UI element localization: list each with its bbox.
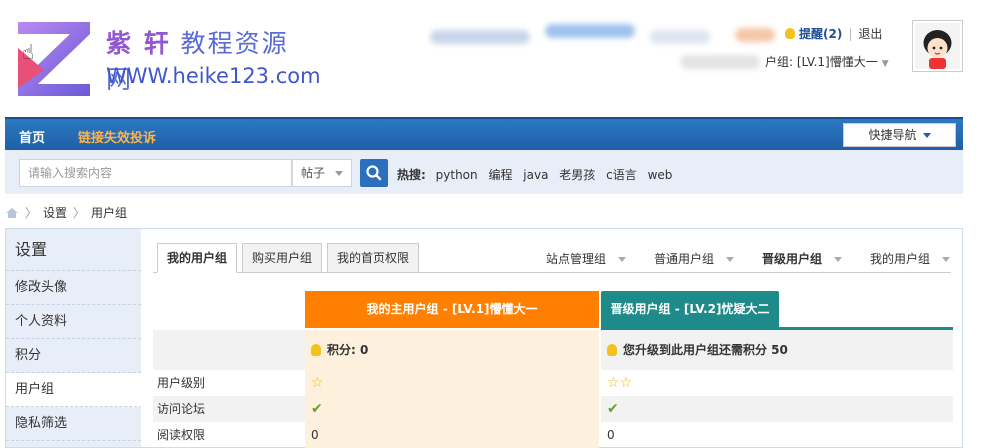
sidebar-title: 设置: [6, 229, 141, 271]
group-nav-upgrade[interactable]: 晋级用户组: [748, 250, 842, 267]
score-row: 积分: 0 您升级到此用户组还需积分 50: [153, 330, 953, 370]
quick-nav-label: 快捷导航: [868, 128, 917, 142]
group-filter-nav: 站点管理组 普通用户组 晋级用户组 我的用户组: [518, 250, 950, 267]
logo-url: WWW.heike123.com: [106, 64, 321, 88]
breadcrumb-settings[interactable]: 设置: [43, 204, 67, 221]
search-type-select[interactable]: 帖子: [292, 159, 352, 187]
row-label: 用户级别: [157, 376, 206, 390]
sidebar-item-privacy[interactable]: 隐私筛选: [6, 407, 141, 441]
home-icon[interactable]: [5, 207, 19, 219]
group-nav-mine[interactable]: 我的用户组: [856, 250, 950, 267]
group-nav-label: 晋级用户组: [761, 252, 822, 266]
caret-down-icon: [617, 257, 626, 262]
main-nav: 首页 链接失效投诉 快捷导航: [5, 117, 963, 150]
user-group-label: 户组: [LV.1]懵懂大一: [765, 55, 878, 69]
caret-down-icon: [922, 133, 931, 138]
table-row: 访问论坛 ✔ ✔: [153, 396, 953, 422]
star-icon: ☆: [607, 375, 620, 391]
usergroup-panel: 我的用户组 购买用户组 我的首页权限 站点管理组 普通用户组 晋级用户组 我的用…: [141, 228, 963, 448]
check-icon: ✔: [607, 401, 619, 417]
up-level-cell: ☆☆: [601, 370, 953, 396]
site-logo[interactable]: 紫 轩 教程资源网 WWW.heike123.com: [14, 10, 321, 102]
breadcrumb-separator: 〉: [73, 206, 86, 220]
group-nav-label: 普通用户组: [653, 252, 714, 266]
hot-search-label: 热搜:: [397, 168, 426, 182]
group-nav-normal[interactable]: 普通用户组: [640, 250, 734, 267]
search-button[interactable]: [360, 159, 388, 187]
up-read-cell: 0: [607, 428, 615, 442]
up-forum-cell: ✔: [601, 396, 953, 422]
blurred-link: [650, 30, 710, 44]
blurred-link: [680, 55, 760, 69]
hot-term[interactable]: web: [648, 168, 673, 182]
logout-link[interactable]: 退出: [858, 25, 882, 42]
breadcrumb-separator: 〉: [25, 206, 38, 220]
hot-search: 热搜: python 编程 java 老男孩 c语言 web: [397, 166, 679, 183]
hot-term[interactable]: c语言: [606, 168, 637, 182]
blurred-link: [430, 30, 530, 44]
caret-down-icon: [833, 257, 842, 262]
table-row: 用户级别 ☆ ☆☆: [153, 370, 953, 396]
my-score-cell: 积分: 0: [305, 330, 599, 370]
my-score: 积分: 0: [327, 343, 369, 357]
my-group-header: 我的主用户组 - [LV.1]懵懂大一: [305, 291, 599, 328]
search-icon: [366, 165, 382, 181]
quick-nav-button[interactable]: 快捷导航: [843, 123, 956, 147]
remind-link[interactable]: 提醒(2): [799, 25, 842, 42]
my-forum-cell: ✔: [305, 396, 599, 422]
sidebar-item-avatar[interactable]: 修改头像: [6, 271, 141, 305]
caret-down-icon: [725, 257, 734, 262]
tab-my-group[interactable]: 我的用户组: [157, 243, 238, 273]
up-score-cell: 您升级到此用户组还需积分 50: [601, 330, 953, 370]
sidebar-item-profile[interactable]: 个人资料: [6, 305, 141, 339]
hot-term[interactable]: 老男孩: [559, 168, 595, 182]
group-nav-label: 站点管理组: [545, 252, 606, 266]
check-icon: ✔: [311, 401, 323, 417]
user-nav: 提醒(2) | 退出: [785, 25, 882, 42]
group-nav-admin[interactable]: 站点管理组: [532, 250, 626, 267]
tab-home-permissions[interactable]: 我的首页权限: [327, 243, 420, 273]
chevron-down-icon: ▼: [881, 59, 889, 69]
hot-term[interactable]: 编程: [488, 168, 512, 182]
group-nav-label: 我的用户组: [869, 252, 930, 266]
sidebar-item-credits[interactable]: 积分: [6, 339, 141, 373]
sidebar-item-usergroup[interactable]: 用户组: [6, 373, 142, 407]
breadcrumb: 〉 设置 〉 用户组: [5, 204, 127, 221]
divider: |: [848, 26, 853, 41]
caret-down-icon: [942, 257, 950, 262]
tab-buy-group[interactable]: 购买用户组: [242, 243, 323, 273]
row-label: 访问论坛: [153, 396, 305, 422]
star-icon: ☆: [311, 375, 324, 391]
upgrade-group-header: 晋级用户组 - [LV.2]忧疑大二: [601, 291, 779, 328]
row-label: 阅读权限: [157, 428, 206, 442]
nav-home[interactable]: 首页: [19, 127, 45, 146]
hand-cursor-icon: ☝: [22, 40, 35, 64]
up-score: 您升级到此用户组还需积分 50: [623, 343, 788, 357]
score-label-cell: [153, 330, 305, 370]
hot-term[interactable]: java: [523, 168, 548, 182]
user-group-menu[interactable]: 户组: [LV.1]懵懂大一 ▼: [765, 53, 889, 70]
table-row: 阅读权限 0 0: [153, 422, 953, 448]
bell-icon: [785, 28, 795, 39]
avatar[interactable]: [912, 20, 963, 72]
hot-term[interactable]: python: [436, 168, 478, 182]
breadcrumb-usergroup: 用户组: [91, 206, 128, 220]
blurred-link: [735, 28, 775, 42]
blurred-link: [545, 24, 635, 38]
search-type-label: 帖子: [301, 166, 326, 180]
tab-bar: 我的用户组 购买用户组 我的首页权限: [157, 243, 424, 273]
bulb-icon: [607, 344, 617, 356]
caret-down-icon: [335, 171, 343, 176]
nav-report-link[interactable]: 链接失效投诉: [78, 127, 156, 146]
settings-sidebar: 设置 修改头像 个人资料 积分 用户组 隐私筛选: [5, 228, 142, 448]
search-bar: 请输入搜索内容 帖子 热搜: python 编程 java 老男孩 c语言 we…: [5, 150, 963, 194]
my-level-cell: ☆: [305, 370, 599, 396]
search-input[interactable]: 请输入搜索内容: [19, 159, 292, 187]
my-read-cell: 0: [305, 422, 599, 448]
star-icon: ☆: [619, 375, 633, 391]
bulb-icon: [311, 344, 321, 356]
avatar-girl-icon: [915, 23, 960, 69]
